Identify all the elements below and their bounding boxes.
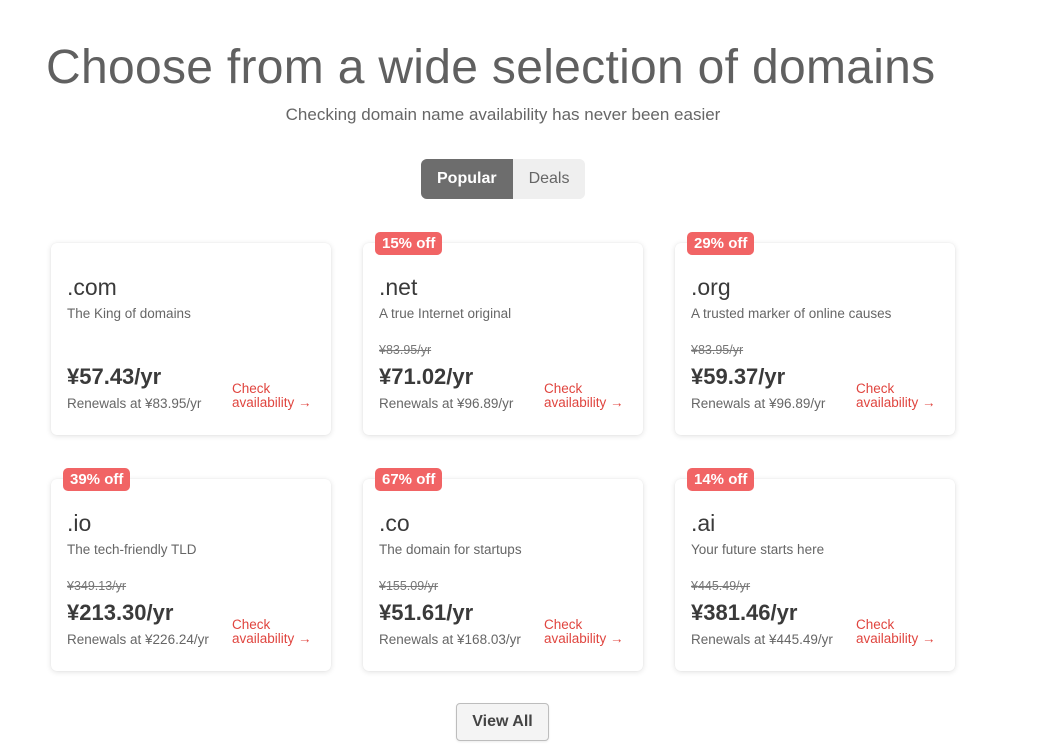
tld-name: .co bbox=[379, 510, 410, 536]
price: ¥57.43/yr bbox=[67, 364, 162, 389]
renewal-price: Renewals at ¥96.89/yr bbox=[379, 396, 514, 411]
tab-bar: Popular Deals bbox=[421, 159, 586, 199]
check-availability-link[interactable]: Check availability → bbox=[544, 382, 636, 410]
check-availability-link[interactable]: Check availability → bbox=[232, 382, 324, 410]
original-price: ¥349.13/yr bbox=[67, 579, 127, 593]
discount-badge: 67% off bbox=[375, 468, 443, 491]
page-title: Choose from a wide selection of domains bbox=[46, 41, 936, 94]
tld-name: .net bbox=[379, 274, 418, 300]
discount-badge: 14% off bbox=[687, 468, 755, 491]
original-price: ¥83.95/yr bbox=[691, 343, 744, 357]
tld-name: .org bbox=[691, 274, 731, 300]
domain-card-org: 29% off .org A trusted marker of online … bbox=[675, 232, 955, 435]
domain-card-io: 39% off .io The tech-friendly TLD ¥349.1… bbox=[51, 468, 331, 671]
check-availability-link[interactable]: Check availability → bbox=[856, 382, 948, 410]
renewal-price: Renewals at ¥168.03/yr bbox=[379, 632, 521, 647]
price: ¥381.46/yr bbox=[691, 600, 798, 625]
tld-name: .com bbox=[67, 274, 117, 300]
renewal-price: Renewals at ¥445.49/yr bbox=[691, 632, 833, 647]
page-subtitle: Checking domain name availability has ne… bbox=[285, 105, 721, 124]
renewal-price: Renewals at ¥226.24/yr bbox=[67, 632, 209, 647]
domain-card-ai: 14% off .ai Your future starts here ¥445… bbox=[675, 468, 955, 671]
tld-tagline: A true Internet original bbox=[379, 306, 512, 321]
tab-deals[interactable]: Deals bbox=[512, 159, 586, 199]
discount-badge: 29% off bbox=[687, 232, 755, 255]
price: ¥71.02/yr bbox=[379, 364, 474, 389]
price: ¥59.37/yr bbox=[691, 364, 786, 389]
view-all-button[interactable]: View All bbox=[456, 703, 549, 741]
check-availability-link[interactable]: Check availability → bbox=[856, 618, 948, 646]
tld-tagline: The King of domains bbox=[67, 306, 191, 321]
tab-popular[interactable]: Popular bbox=[421, 159, 513, 199]
price: ¥213.30/yr bbox=[67, 600, 174, 625]
discount-badge: 15% off bbox=[375, 232, 443, 255]
check-availability-link[interactable]: Check availability → bbox=[232, 618, 324, 646]
tld-name: .ai bbox=[691, 510, 716, 536]
original-price: ¥155.09/yr bbox=[379, 579, 439, 593]
renewal-price: Renewals at ¥96.89/yr bbox=[691, 396, 826, 411]
price: ¥51.61/yr bbox=[379, 600, 474, 625]
tld-tagline: The domain for startups bbox=[379, 542, 522, 557]
tld-name: .io bbox=[67, 510, 92, 536]
tld-tagline: The tech-friendly TLD bbox=[67, 542, 197, 557]
discount-badge: 39% off bbox=[63, 468, 131, 491]
check-availability-link[interactable]: Check availability → bbox=[544, 618, 636, 646]
tld-tagline: A trusted marker of online causes bbox=[691, 306, 892, 321]
original-price: ¥445.49/yr bbox=[691, 579, 751, 593]
domain-card-co: 67% off .co The domain for startups ¥155… bbox=[363, 468, 643, 671]
renewal-price: Renewals at ¥83.95/yr bbox=[67, 396, 202, 411]
domain-card-net: 15% off .net A true Internet original ¥8… bbox=[363, 232, 643, 435]
original-price: ¥83.95/yr bbox=[379, 343, 432, 357]
tld-tagline: Your future starts here bbox=[691, 542, 825, 557]
domain-card-com: .com The King of domains ¥57.43/yr Renew… bbox=[51, 243, 331, 435]
